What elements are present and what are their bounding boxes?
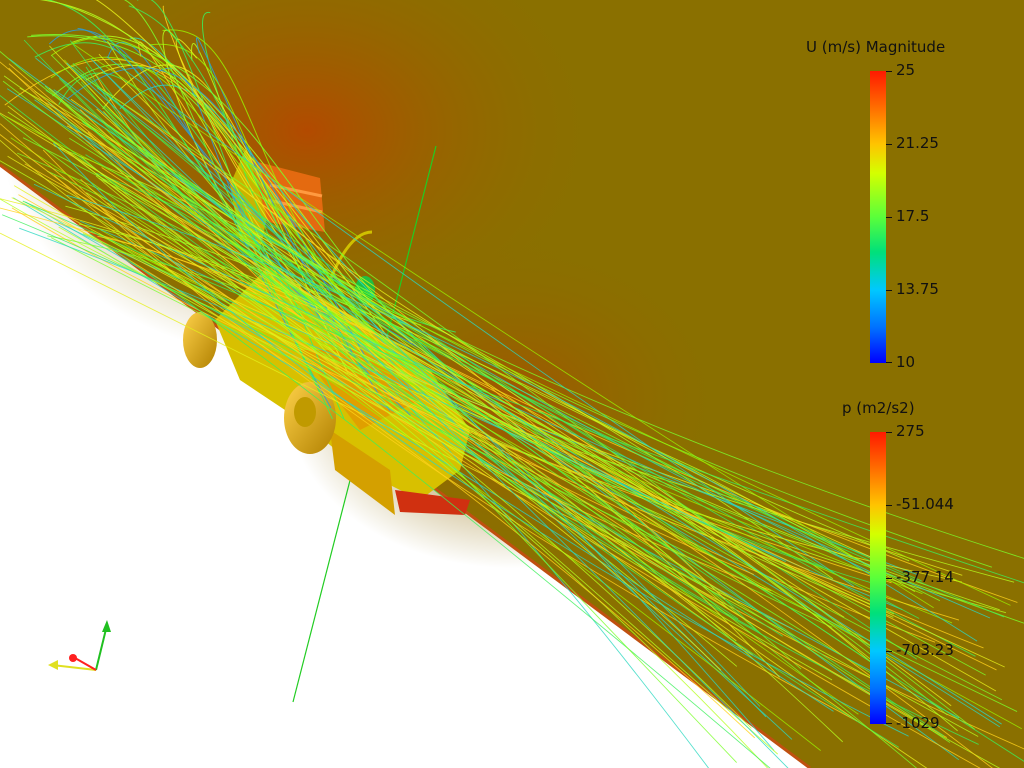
velocity-tick-mark bbox=[886, 290, 892, 291]
velocity-legend: U (m/s) Magnitude 25 21.25 17.5 13.75 10 bbox=[780, 38, 980, 378]
pressure-tick-mark bbox=[886, 578, 892, 579]
pressure-legend-title: p (m2/s2) bbox=[842, 399, 915, 417]
axis-x-arrow bbox=[69, 654, 77, 662]
pressure-tick-mark bbox=[886, 505, 892, 506]
pressure-color-bar bbox=[870, 432, 886, 724]
pressure-tick-label: -51.044 bbox=[896, 495, 954, 513]
velocity-tick-label: 21.25 bbox=[896, 134, 939, 152]
wheel-hub bbox=[294, 397, 316, 427]
velocity-tick-label: 17.5 bbox=[896, 207, 930, 225]
velocity-tick-label: 25 bbox=[896, 61, 916, 79]
pressure-tick-label: 275 bbox=[896, 422, 925, 440]
rear-wheel bbox=[183, 312, 217, 368]
velocity-color-bar bbox=[870, 71, 886, 363]
pressure-tick-mark bbox=[886, 432, 892, 433]
velocity-tick-mark bbox=[886, 217, 892, 218]
pressure-tick-label: -1029 bbox=[896, 714, 940, 732]
pressure-tick-label: -377.14 bbox=[896, 568, 954, 586]
velocity-tick-mark bbox=[886, 362, 892, 363]
velocity-tick-label: 13.75 bbox=[896, 280, 939, 298]
pressure-tick-mark bbox=[886, 723, 892, 724]
pressure-tick-label: -703.23 bbox=[896, 641, 954, 659]
velocity-legend-title: U (m/s) Magnitude bbox=[806, 38, 946, 56]
pressure-tick-mark bbox=[886, 651, 892, 652]
pressure-legend: p (m2/s2) 275 -51.044 -377.14 -703.23 -1… bbox=[780, 399, 980, 739]
velocity-tick-mark bbox=[886, 71, 892, 72]
velocity-tick-mark bbox=[886, 144, 892, 145]
velocity-tick-label: 10 bbox=[896, 353, 916, 371]
